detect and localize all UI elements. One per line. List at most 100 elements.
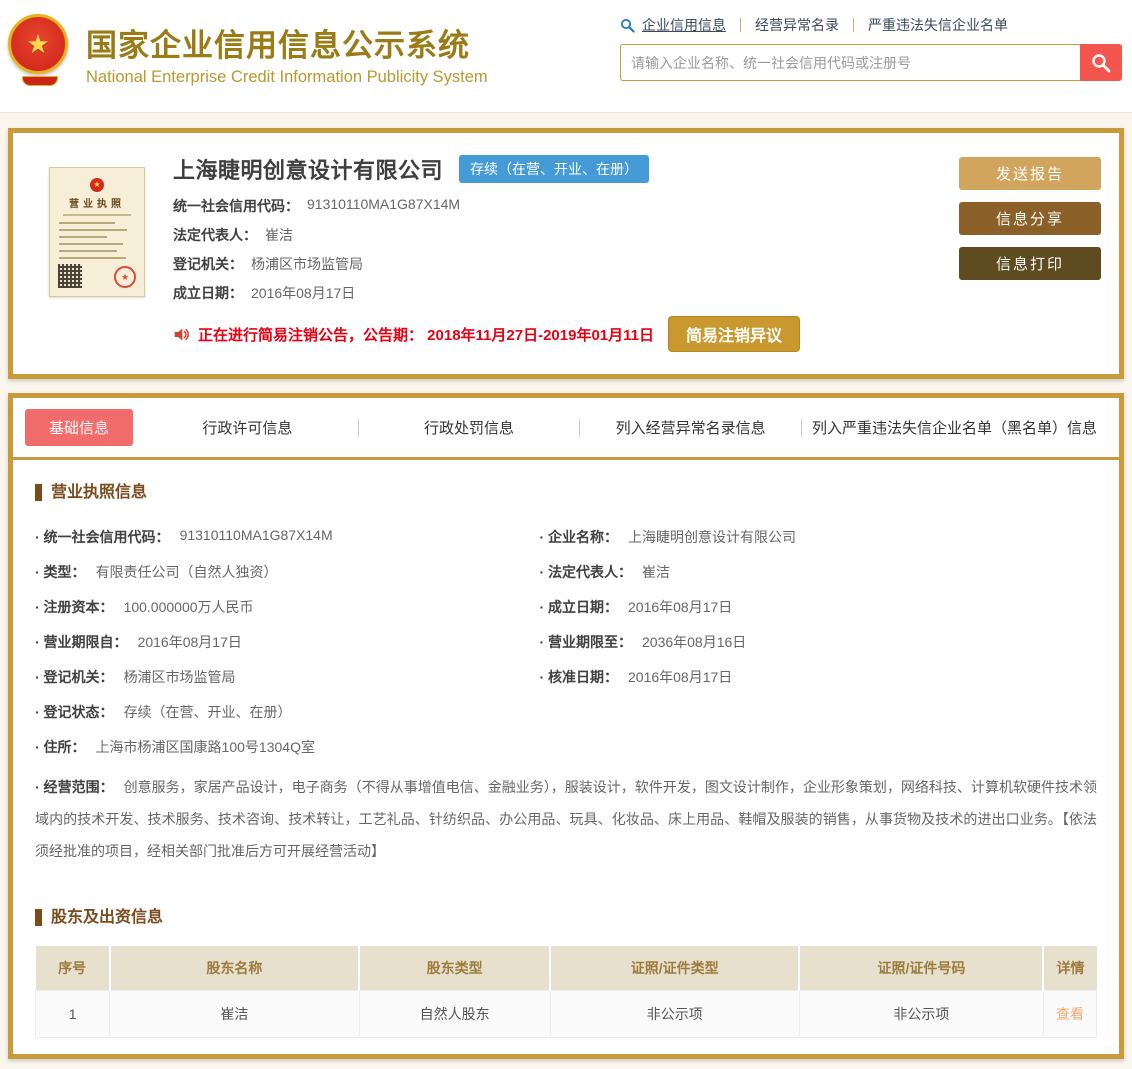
field-label: · 成立日期： [539,597,618,617]
tab-bar: 基础信息 行政许可信息 行政处罚信息 列入经营异常名录信息 列入严重违法失信企业… [13,398,1119,460]
cell-cert-number: 非公示项 [799,991,1043,1038]
national-emblem-logo: ★ [8,14,72,86]
field-registration-authority: · 登记机关： 杨浦区市场监管局 [35,659,539,694]
field-label: · 核准日期： [539,667,618,687]
license-text-line [59,236,107,238]
license-info-section: 营业执照信息 · 统一社会信用代码： 91310110MA1G87X14M · … [13,460,1119,885]
company-info-rows: 统一社会信用代码： 91310110MA1G87X14M 法定代表人： 崔洁 登… [173,196,939,303]
header-nav: 企业信用信息 经营异常名录 严重违法失信企业名单 [620,14,1122,36]
view-detail-link[interactable]: 查看 [1056,1006,1084,1022]
section-title-license-info: 营业执照信息 [35,484,1097,501]
col-header-cert-type: 证照/证件类型 [550,946,799,991]
deregistration-notice-row: 正在进行简易注销公告，公告期： 2018年11月27日-2019年01月11日 … [173,316,939,352]
field-label: · 法定代表人： [539,562,632,582]
field-value: 崔洁 [642,562,670,582]
tab-serious-illegal-blacklist[interactable]: 列入严重违法失信企业名单（黑名单）信息 [802,409,1107,446]
field-term-to: · 营业期限至： 2036年08月16日 [539,624,1097,659]
info-row-legal-rep: 法定代表人： 崔洁 [173,225,939,245]
license-text-line [59,222,115,224]
shareholders-table-wrap: 序号 股东名称 股东类型 证照/证件类型 证照/证件号码 详情 1 崔洁 自然人 [35,932,1097,1045]
field-legal-rep: · 法定代表人： 崔洁 [539,554,1097,589]
search-icon [620,18,635,33]
field-value: 2016年08月17日 [138,632,242,652]
deregistration-objection-button[interactable]: 简易注销异议 [668,316,800,352]
field-value: 有限责任公司（自然人独资） [96,562,278,582]
cell-shareholder-name: 崔洁 [110,991,359,1038]
send-report-button[interactable]: 发送报告 [959,157,1101,190]
license-red-seal: ★ [114,266,136,288]
field-value: 上海市杨浦区国康路100号1304Q室 [96,737,315,757]
field-label: · 企业名称： [539,527,618,547]
search-submit-icon [1091,53,1111,73]
field-label: · 登记状态： [35,702,114,722]
business-license-thumbnail[interactable]: ★ 营业执照 ★ [49,167,145,297]
header-search-area: 企业信用信息 经营异常名录 严重违法失信企业名单 [620,10,1122,81]
main-content: ★ 营业执照 ★ 上海睫明创意设计有限公司 存续（在营、开业、在册） 统一社会信… [0,113,1132,1069]
col-header-cert-number: 证照/证件号码 [799,946,1043,991]
site-header: ★ 国家企业信用信息公示系统 National Enterprise Credi… [0,0,1132,113]
detail-card: 基础信息 行政许可信息 行政处罚信息 列入经营异常名录信息 列入严重违法失信企业… [8,393,1124,1059]
company-summary-card: ★ 营业执照 ★ 上海睫明创意设计有限公司 存续（在营、开业、在册） 统一社会信… [8,128,1124,379]
search-button[interactable] [1080,44,1122,81]
info-value: 杨浦区市场监管局 [251,254,363,274]
field-value: 创意服务，家居产品设计，电子商务（不得从事增值电信、金融业务），服装设计，软件开… [35,779,1097,859]
field-approval-date: · 核准日期： 2016年08月17日 [539,659,1097,694]
nav-link-illegal-list[interactable]: 严重违法失信企业名单 [868,15,1008,35]
license-divider [63,214,131,216]
table-row: 1 崔洁 自然人股东 非公示项 非公示项 查看 [36,991,1097,1038]
field-label: · 类型： [35,562,86,582]
emblem-star-icon: ★ [26,31,49,57]
field-value: 100.000000万人民币 [124,597,254,617]
info-label: 统一社会信用代码： [173,196,299,216]
info-value: 崔洁 [265,225,293,245]
field-value: 2036年08月16日 [642,632,746,652]
cell-seq: 1 [36,991,110,1038]
license-emblem-icon: ★ [90,178,104,192]
shareholders-table: 序号 股东名称 股东类型 证照/证件类型 证照/证件号码 详情 1 崔洁 自然人 [35,946,1097,1039]
field-credit-code: · 统一社会信用代码： 91310110MA1G87X14M [35,519,539,554]
tab-administrative-license[interactable]: 行政许可信息 [137,409,358,446]
nav-divider [853,18,854,32]
print-info-button[interactable]: 信息打印 [959,247,1101,280]
field-business-scope: · 经营范围：创意服务，家居产品设计，电子商务（不得从事增值电信、金融业务），服… [35,764,1097,875]
site-title-block: 国家企业信用信息公示系统 National Enterprise Credit … [86,10,488,87]
emblem-ribbon [22,76,58,86]
col-header-shareholder-type: 股东类型 [359,946,550,991]
field-value: 2016年08月17日 [628,667,732,687]
cell-cert-type: 非公示项 [550,991,799,1038]
license-fields-grid: · 统一社会信用代码： 91310110MA1G87X14M · 企业名称： 上… [35,507,1097,875]
license-title: 营业执照 [57,195,137,210]
field-value: 2016年08月17日 [628,597,732,617]
info-row-credit-code: 统一社会信用代码： 91310110MA1G87X14M [173,196,939,216]
field-value: 91310110MA1G87X14M [180,527,333,547]
info-label: 法定代表人： [173,225,257,245]
deregistration-notice-text: 正在进行简易注销公告，公告期： 2018年11月27日-2019年01月11日 [198,324,654,345]
tab-basic-info[interactable]: 基础信息 [25,409,133,446]
company-name: 上海睫明创意设计有限公司 [173,153,443,185]
field-term-from: · 营业期限自： 2016年08月17日 [35,624,539,659]
field-label: · 营业期限至： [539,632,632,652]
tab-administrative-penalty[interactable]: 行政处罚信息 [359,409,580,446]
license-text-line [59,229,127,231]
shareholders-section: 股东及出资信息 序号 股东名称 股东类型 证照/证件类型 证照/证件号码 [13,885,1119,1055]
field-label: · 登记机关： [35,667,114,687]
table-header-row: 序号 股东名称 股东类型 证照/证件类型 证照/证件号码 详情 [36,946,1097,991]
emblem-circle: ★ [8,14,68,74]
license-text-line [59,250,117,252]
nav-link-abnormal-list[interactable]: 经营异常名录 [755,15,839,35]
share-info-button[interactable]: 信息分享 [959,202,1101,235]
field-company-name: · 企业名称： 上海睫明创意设计有限公司 [539,519,1097,554]
field-label: · 注册资本： [35,597,114,617]
field-label: · 统一社会信用代码： [35,527,170,547]
search-input[interactable] [620,44,1080,81]
field-spacer [539,694,1097,729]
col-header-seq: 序号 [36,946,110,991]
license-qr-code [58,264,82,288]
tab-abnormal-operation-list[interactable]: 列入经营异常名录信息 [580,409,801,446]
field-value: 存续（在营、开业、在册） [124,702,292,722]
site-subtitle: National Enterprise Credit Information P… [86,68,488,87]
nav-link-enterprise-credit[interactable]: 企业信用信息 [642,15,726,35]
cell-shareholder-type: 自然人股东 [359,991,550,1038]
field-company-type: · 类型： 有限责任公司（自然人独资） [35,554,539,589]
info-label: 登记机关： [173,254,243,274]
